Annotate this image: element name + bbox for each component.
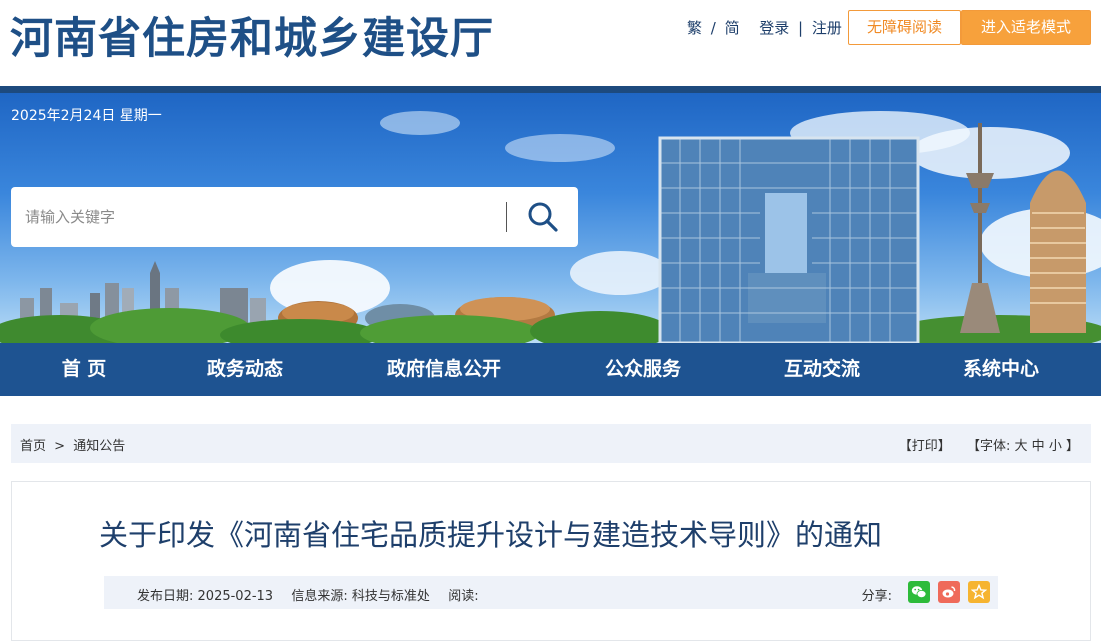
nav-item-information-disclosure[interactable]: 政府信息公开 [373,343,515,396]
page-tools: 【打印】 【字体: 大 中 小 】 [899,435,1079,454]
search-icon [528,202,558,232]
weibo-icon [942,586,956,598]
font-medium-button[interactable]: 中 [1032,439,1045,454]
simplified-chinese-link[interactable]: 简 [725,19,740,37]
current-date: 2025年2月24日 星期一 [11,108,162,124]
article-meta-bar: 发布日期: 2025-02-13 信息来源: 科技与标准处 阅读: 分享: [104,576,998,609]
nav-item-public-services[interactable]: 公众服务 [593,343,693,396]
read-count-label: 阅读: [448,589,479,604]
banner: 2025年2月24日 星期一 [0,93,1101,343]
article-card: 关于印发《河南省住宅品质提升设计与建造技术导则》的通知 发布日期: 2025-0… [11,481,1091,641]
login-link[interactable]: 登录 [759,19,789,37]
traditional-chinese-link[interactable]: 繁 [687,19,702,37]
source-label: 信息来源: [291,589,348,604]
print-button[interactable]: 【打印】 [899,439,951,454]
publish-date: 2025-02-13 [197,589,274,604]
nav-item-home[interactable]: 首 页 [40,343,128,396]
breadcrumb: 首页 > 通知公告 [20,435,125,454]
site-header: 河南省住房和城乡建设厅 繁 / 简 登录 | 注册 无障碍阅读 进入适老模式 [0,0,1101,88]
font-size-suffix: 】 [1065,439,1079,454]
lang-separator: / [710,19,716,37]
font-size-prefix: 【字体: [966,439,1011,454]
wechat-icon [911,586,927,598]
font-large-button[interactable]: 大 [1015,439,1028,454]
search-divider [506,202,507,232]
wechat-share-button[interactable] [908,581,930,603]
header-divider [0,86,1101,93]
weibo-share-button[interactable] [938,581,960,603]
breadcrumb-home[interactable]: 首页 [20,439,46,454]
breadcrumb-bar: 首页 > 通知公告 【打印】 【字体: 大 中 小 】 [11,424,1091,463]
search-button[interactable] [523,197,563,237]
breadcrumb-separator: > [54,439,66,454]
favorite-icon [971,584,987,600]
font-small-button[interactable]: 小 [1049,439,1062,454]
breadcrumb-current[interactable]: 通知公告 [73,439,125,454]
nav-item-government-news[interactable]: 政务动态 [195,343,295,396]
share-group: 分享: [850,581,990,604]
top-links: 繁 / 简 登录 | 注册 [687,17,842,38]
site-title[interactable]: 河南省住房和城乡建设厅 [10,4,494,66]
publish-date-label: 发布日期: [137,589,194,604]
register-link[interactable]: 注册 [812,19,842,37]
article-meta: 发布日期: 2025-02-13 信息来源: 科技与标准处 阅读: [137,585,479,604]
source-value: 科技与标准处 [351,589,430,604]
search-box [11,187,578,247]
accessibility-button[interactable]: 无障碍阅读 [848,10,961,45]
article-title: 关于印发《河南省住宅品质提升设计与建造技术导则》的通知 [99,518,883,552]
elder-mode-button[interactable]: 进入适老模式 [961,10,1091,45]
auth-separator: | [798,19,804,37]
nav-item-system-center[interactable]: 系统中心 [951,343,1051,396]
share-label: 分享: [861,589,892,604]
nav-item-interaction[interactable]: 互动交流 [772,343,872,396]
main-nav: 首 页 政务动态 政府信息公开 公众服务 互动交流 系统中心 [0,343,1101,396]
search-input[interactable] [25,201,495,233]
favorite-share-button[interactable] [968,581,990,603]
